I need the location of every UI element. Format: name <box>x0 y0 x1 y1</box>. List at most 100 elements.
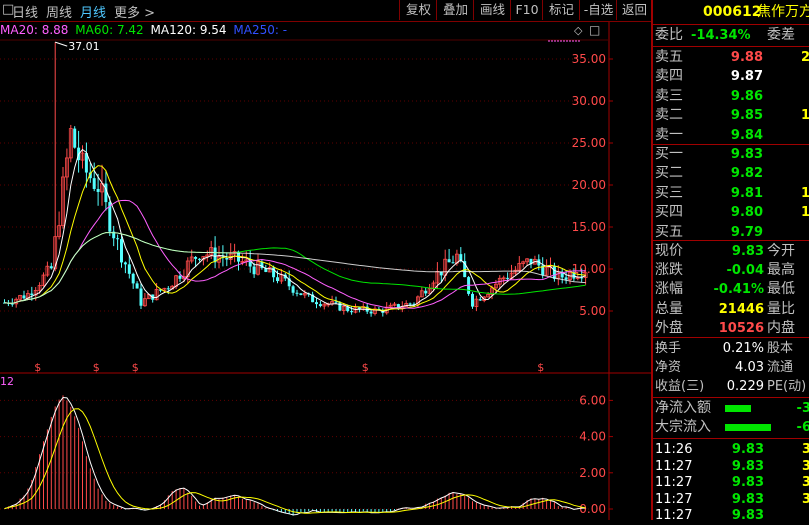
top-toolbar: □ 日线 周线 月线 更多 > 复权 叠加 画线 F10 标记 -自选 返回 <box>0 0 651 22</box>
indicator-line <box>4 408 586 514</box>
candle-body <box>338 302 342 311</box>
candle-body <box>471 293 474 307</box>
tick-time: 11:27 <box>655 458 693 474</box>
draw-line-button[interactable]: 画线 <box>473 0 511 20</box>
candle-body <box>350 311 354 313</box>
sell-level[interactable]: 卖五 9.88 2 <box>655 48 809 67</box>
candle-body <box>120 239 123 263</box>
quote-value: -0.41% <box>713 282 765 298</box>
candle-body <box>135 283 139 289</box>
tab-more[interactable]: 更多 > <box>114 2 155 21</box>
tab-monthly[interactable]: 月线 <box>80 2 106 21</box>
fundamental-value: 4.03 <box>735 360 764 376</box>
fundamental-label: 净资 <box>655 360 682 376</box>
flow-row: 大宗流入 -6 <box>655 418 809 437</box>
kline-chart[interactable]: 35.0030.0025.0020.0015.0010.005.0037.01$… <box>0 0 651 520</box>
candle-body <box>178 275 182 279</box>
candle-body <box>478 299 482 301</box>
level-volume: 1 <box>800 205 809 221</box>
mark-button[interactable]: 标记 <box>542 0 580 20</box>
candle-body <box>116 238 120 240</box>
fundamental-value: 0.21% <box>722 341 764 356</box>
quote-row: 涨跌 -0.04 最高 <box>655 261 795 280</box>
sell-level[interactable]: 卖二 9.85 1 <box>655 106 809 125</box>
dividend-marker: $ <box>93 361 100 374</box>
quote-label: 总量 <box>655 300 683 317</box>
fundamental-row: 收益(三) 0.229 PE(动) <box>655 377 806 396</box>
buy-level[interactable]: 买五 9.79 <box>655 223 763 242</box>
f10-button[interactable]: F10 <box>510 0 543 20</box>
level-label: 买二 <box>655 165 683 182</box>
candle-body <box>96 188 100 192</box>
candle-body <box>564 277 568 280</box>
quote-label-2: 内盘 <box>767 319 795 336</box>
level-label: 卖二 <box>655 107 683 124</box>
fundamental-value: 0.229 <box>726 379 764 395</box>
peak-pointer <box>55 41 68 47</box>
dividend-marker: $ <box>132 361 139 374</box>
fundamental-row: 净资 4.03 流通 <box>655 358 793 377</box>
buy-level[interactable]: 买四 9.80 1 <box>655 203 809 222</box>
ma-legend: MA20: 8.88 MA60: 7.42 MA120: 9.54 MA250:… <box>0 23 287 37</box>
quote-label: 现价 <box>655 243 683 259</box>
candle-body <box>299 293 303 295</box>
remove-favorite-button[interactable]: -自选 <box>579 0 617 20</box>
price-tick-label: 5.00 <box>579 304 606 318</box>
quote-value: 21446 <box>718 301 764 317</box>
tab-weekly[interactable]: 周线 <box>46 2 72 21</box>
candle-body <box>49 266 53 269</box>
candle-body <box>127 264 131 274</box>
level-volume: 1 <box>800 108 809 124</box>
buy-level[interactable]: 买三 9.81 1 <box>655 184 809 203</box>
price-tick-label: 20.00 <box>572 178 606 192</box>
candle-body <box>166 288 170 290</box>
sell-level[interactable]: 卖三 9.86 <box>655 87 763 106</box>
candle-body <box>276 277 279 282</box>
fundamental-label-2: 流通 <box>767 360 794 376</box>
candle-body <box>334 301 338 303</box>
quote-row: 外盘 10526 内盘 <box>655 319 795 338</box>
back-button[interactable]: 返回 <box>616 0 652 20</box>
indicator-line <box>4 396 586 516</box>
level-price: 9.87 <box>730 69 763 85</box>
dividend-marker: $ <box>362 361 369 374</box>
level-price: 9.88 <box>730 50 763 65</box>
overlay-button[interactable]: 叠加 <box>436 0 474 20</box>
price-tick-label: 35.00 <box>572 52 606 66</box>
diamond-icon[interactable]: ◇ <box>574 24 582 37</box>
quote-value: -0.04 <box>726 263 764 279</box>
candle-body <box>22 295 26 299</box>
restore-rights-button[interactable]: 复权 <box>399 0 437 20</box>
quote-label-2: 最低 <box>767 281 795 298</box>
quote-value: 9.83 <box>731 244 764 259</box>
tick-time: 11:27 <box>655 508 693 524</box>
ma120-label: MA120: 9.54 <box>150 23 227 37</box>
quote-label-2: 今开 <box>767 243 795 259</box>
level-price: 9.85 <box>730 108 763 124</box>
quote-label: 外盘 <box>655 319 683 336</box>
candle-body <box>552 265 556 279</box>
quote-row: 现价 9.83 今开 <box>655 242 795 261</box>
level-price: 9.86 <box>730 88 763 104</box>
sell-level[interactable]: 卖四 9.87 <box>655 67 763 86</box>
tab-daily[interactable]: 日线 <box>12 2 38 21</box>
buy-level[interactable]: 买一 9.83 <box>655 145 763 164</box>
level-volume: 1 <box>800 185 809 201</box>
price-tick-label: 25.00 <box>572 136 606 150</box>
expand-box-icon[interactable]: □ <box>589 23 600 37</box>
moving-average-line <box>4 232 586 304</box>
flow-bar <box>725 424 771 432</box>
fundamental-label-2: PE(动) <box>767 379 807 395</box>
level-label: 卖四 <box>655 68 683 85</box>
price-tick-label: 15.00 <box>572 220 606 234</box>
level-price: 9.82 <box>730 166 763 182</box>
buy-level[interactable]: 买二 9.82 <box>655 164 763 183</box>
candle-body <box>213 247 217 263</box>
moving-average-line <box>4 232 586 304</box>
quote-label: 涨跌 <box>655 262 683 279</box>
candle-body <box>252 266 256 275</box>
sell-level[interactable]: 卖一 9.84 <box>655 126 763 145</box>
candle-body <box>408 303 412 305</box>
flow-value: -3 <box>796 401 809 416</box>
indicator-label: 12 <box>0 375 14 388</box>
